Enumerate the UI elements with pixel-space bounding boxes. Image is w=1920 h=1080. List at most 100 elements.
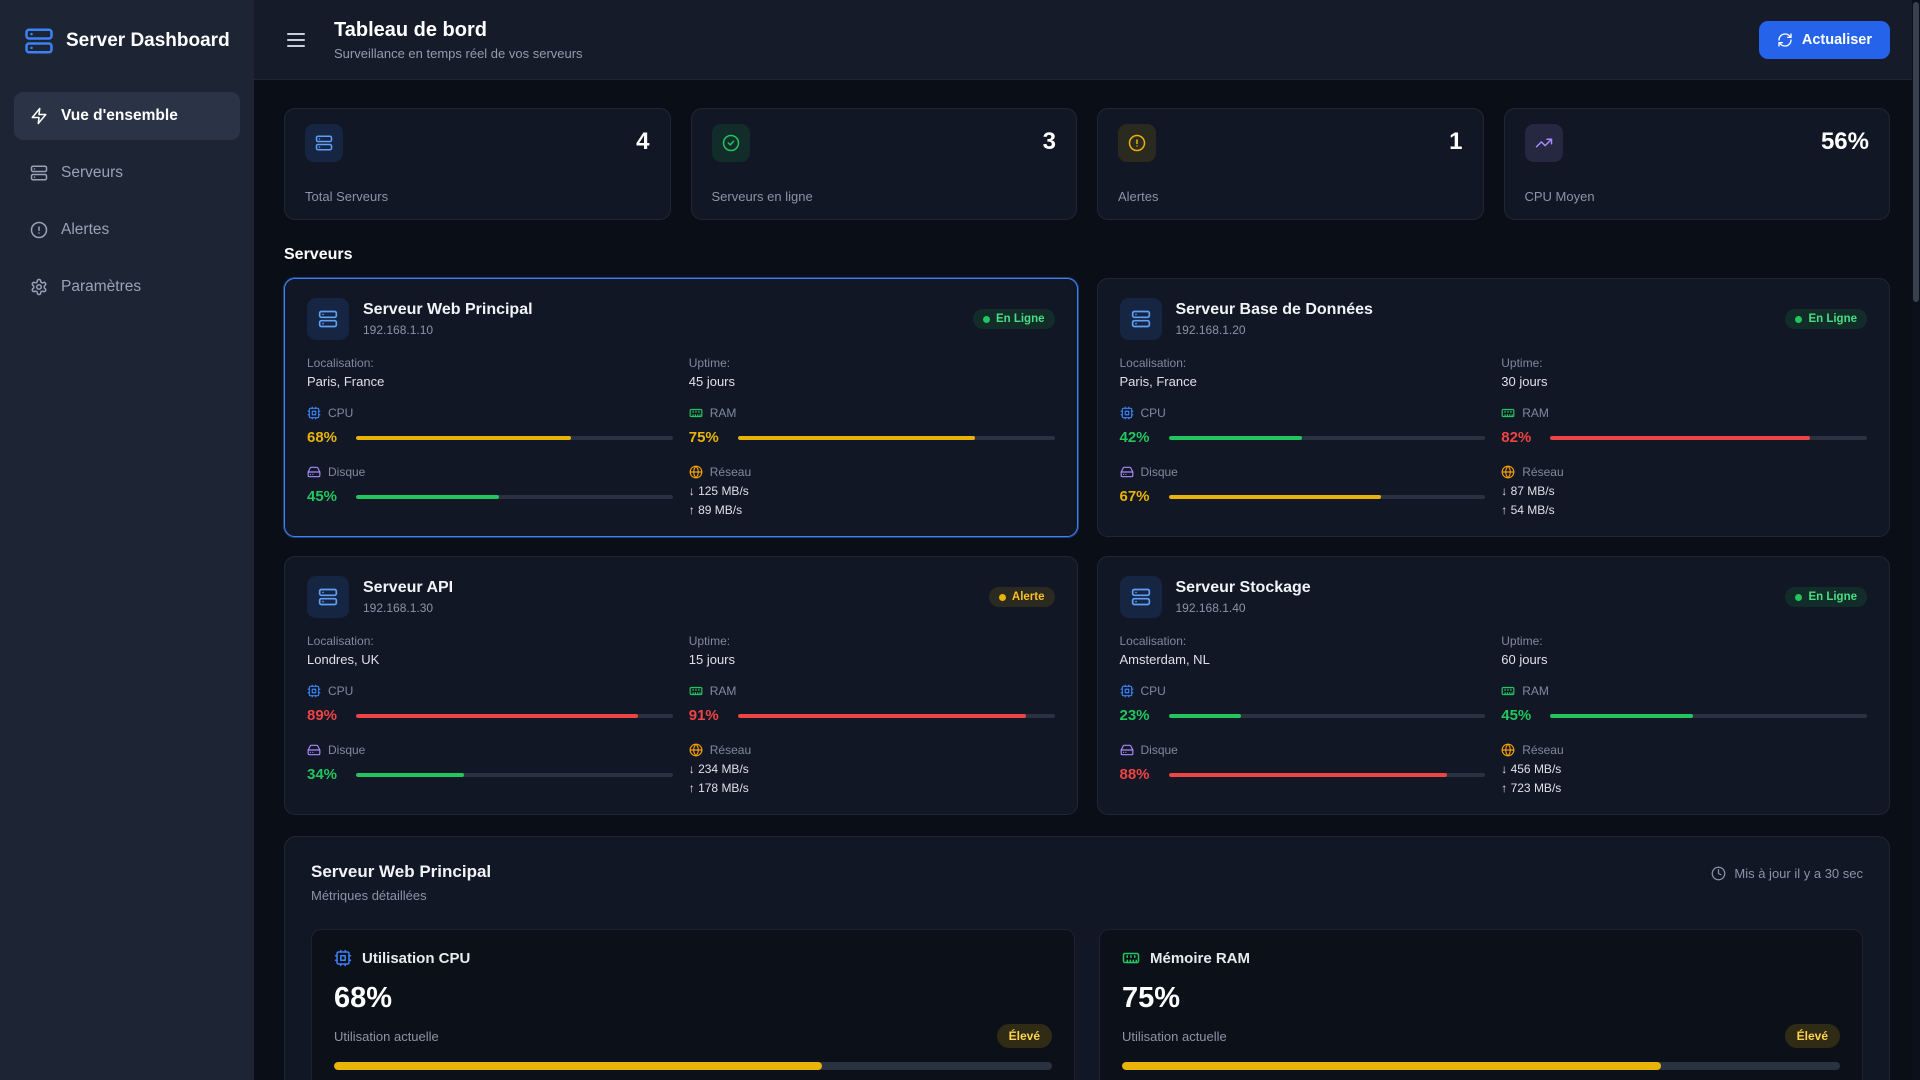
network-download: ↓ 456 MB/s	[1501, 762, 1867, 776]
uptime-block: Uptime: 15 jours	[689, 634, 1055, 667]
network-label: Réseau	[710, 743, 751, 757]
disk-label: Disque	[1141, 465, 1178, 479]
sidebar-item-alertes[interactable]: Alertes	[14, 206, 240, 254]
server-card-stockage[interactable]: Serveur Stockage 192.168.1.40 En Ligne L…	[1097, 556, 1891, 815]
location-value: Paris, France	[1120, 374, 1486, 389]
sidebar-item-serveurs[interactable]: Serveurs	[14, 149, 240, 197]
stat-value: 56%	[1821, 128, 1869, 156]
scrollbar-thumb[interactable]	[1913, 2, 1919, 302]
disk-progress-bar	[356, 773, 673, 777]
check-circle-icon	[712, 124, 750, 162]
server-icon	[1120, 298, 1162, 340]
server-grid: Serveur Web Principal 192.168.1.10 En Li…	[284, 278, 1890, 815]
network-globe-icon	[1501, 743, 1515, 757]
topbar: Tableau de bord Surveillance en temps ré…	[254, 0, 1920, 80]
server-icon	[307, 576, 349, 618]
uptime-label: Uptime:	[689, 634, 1055, 648]
status-badge: En Ligne	[1785, 309, 1867, 329]
detail-panel: Serveur Web Principal Métriques détaillé…	[284, 836, 1890, 1080]
sidebar-item-label: Paramètres	[61, 278, 141, 296]
network-upload: ↑ 89 MB/s	[689, 503, 1055, 517]
network-metric: Réseau ↓ 87 MB/s ↑ 54 MB/s	[1501, 465, 1867, 517]
server-name: Serveur Web Principal	[363, 301, 533, 319]
ram-icon	[1122, 949, 1140, 967]
status-label: En Ligne	[996, 313, 1045, 325]
network-globe-icon	[689, 743, 703, 757]
refresh-button-label: Actualiser	[1802, 32, 1872, 48]
cpu-value: 42%	[1120, 429, 1158, 446]
status-label: En Ligne	[1808, 591, 1857, 603]
server-name: Serveur Stockage	[1176, 579, 1311, 597]
stat-card-total-serveurs: 4 Total Serveurs	[284, 108, 671, 220]
ram-label: RAM	[1522, 684, 1549, 698]
location-block: Localisation: Paris, France	[1120, 356, 1486, 389]
uptime-value: 30 jours	[1501, 374, 1867, 389]
cpu-level-badge: Élevé	[997, 1024, 1052, 1048]
sidebar-nav: Vue d'ensemble Serveurs Alertes Paramètr…	[14, 92, 240, 311]
sidebar-item-parametres[interactable]: Paramètres	[14, 263, 240, 311]
ram-detail-card: Mémoire RAM 75% Utilisation actuelle Éle…	[1099, 929, 1863, 1080]
zap-icon	[30, 107, 48, 125]
uptime-block: Uptime: 45 jours	[689, 356, 1055, 389]
status-badge: Alerte	[989, 587, 1055, 607]
cpu-progress-bar	[356, 436, 673, 440]
cpu-label: CPU	[328, 684, 353, 698]
stat-label: Total Serveurs	[305, 189, 650, 204]
app-title: Server Dashboard	[66, 30, 230, 52]
ram-metric: RAM 82%	[1501, 406, 1867, 446]
server-icon	[30, 164, 48, 182]
stat-card-cpu-moyen: 56% CPU Moyen	[1504, 108, 1891, 220]
main-content: 4 Total Serveurs 3 Serveurs en ligne 1 A…	[254, 80, 1920, 1080]
sidebar-item-label: Serveurs	[61, 164, 123, 182]
cpu-label: CPU	[328, 406, 353, 420]
cpu-progress-bar	[356, 714, 673, 718]
cpu-detail-value: 68%	[334, 982, 1052, 1015]
server-card-base-de-donnees[interactable]: Serveur Base de Données 192.168.1.20 En …	[1097, 278, 1891, 537]
ram-value: 75%	[689, 429, 727, 446]
ram-label: RAM	[1522, 406, 1549, 420]
uptime-label: Uptime:	[1501, 356, 1867, 370]
server-icon	[307, 298, 349, 340]
cpu-detail-label: Utilisation actuelle	[334, 1029, 439, 1044]
refresh-button[interactable]: Actualiser	[1759, 21, 1890, 59]
stat-card-serveurs-en-ligne: 3 Serveurs en ligne	[691, 108, 1078, 220]
ram-detail-value: 75%	[1122, 982, 1840, 1015]
cpu-progress-bar	[1169, 436, 1486, 440]
location-value: Londres, UK	[307, 652, 673, 667]
server-card-api[interactable]: Serveur API 192.168.1.30 Alerte Localisa…	[284, 556, 1078, 815]
disk-icon	[1120, 743, 1134, 757]
cpu-metric: CPU 68%	[307, 406, 673, 446]
uptime-block: Uptime: 60 jours	[1501, 634, 1867, 667]
scrollbar-track[interactable]	[1912, 0, 1920, 1080]
network-metric: Réseau ↓ 234 MB/s ↑ 178 MB/s	[689, 743, 1055, 795]
cpu-detail-card: Utilisation CPU 68% Utilisation actuelle…	[311, 929, 1075, 1080]
disk-label: Disque	[1141, 743, 1178, 757]
ram-progress-bar	[738, 436, 1055, 440]
network-label: Réseau	[1522, 743, 1563, 757]
stat-value: 3	[1043, 128, 1056, 156]
server-card-web-principal[interactable]: Serveur Web Principal 192.168.1.10 En Li…	[284, 278, 1078, 537]
stat-card-alertes: 1 Alertes	[1097, 108, 1484, 220]
cpu-label: CPU	[1141, 684, 1166, 698]
stat-label: Alertes	[1118, 189, 1463, 204]
disk-icon	[307, 743, 321, 757]
cpu-label: CPU	[1141, 406, 1166, 420]
servers-section-title: Serveurs	[284, 246, 1890, 264]
refresh-icon	[1777, 32, 1793, 48]
menu-icon[interactable]	[284, 28, 308, 52]
cpu-icon	[334, 949, 352, 967]
disk-label: Disque	[328, 465, 365, 479]
network-label: Réseau	[1522, 465, 1563, 479]
cpu-value: 68%	[307, 429, 345, 446]
ram-metric: RAM 91%	[689, 684, 1055, 724]
ram-progress-bar	[738, 714, 1055, 718]
status-label: En Ligne	[1808, 313, 1857, 325]
status-dot	[983, 316, 990, 323]
detail-heading: Serveur Web Principal Métriques détaillé…	[311, 862, 491, 903]
detail-grid: Utilisation CPU 68% Utilisation actuelle…	[311, 929, 1863, 1080]
stat-value: 1	[1449, 128, 1462, 156]
sidebar-item-vue-densemble[interactable]: Vue d'ensemble	[14, 92, 240, 140]
server-ip: 192.168.1.40	[1176, 601, 1311, 615]
sidebar: Server Dashboard Vue d'ensemble Serveurs…	[0, 0, 254, 1080]
ram-progress-bar	[1550, 714, 1867, 718]
